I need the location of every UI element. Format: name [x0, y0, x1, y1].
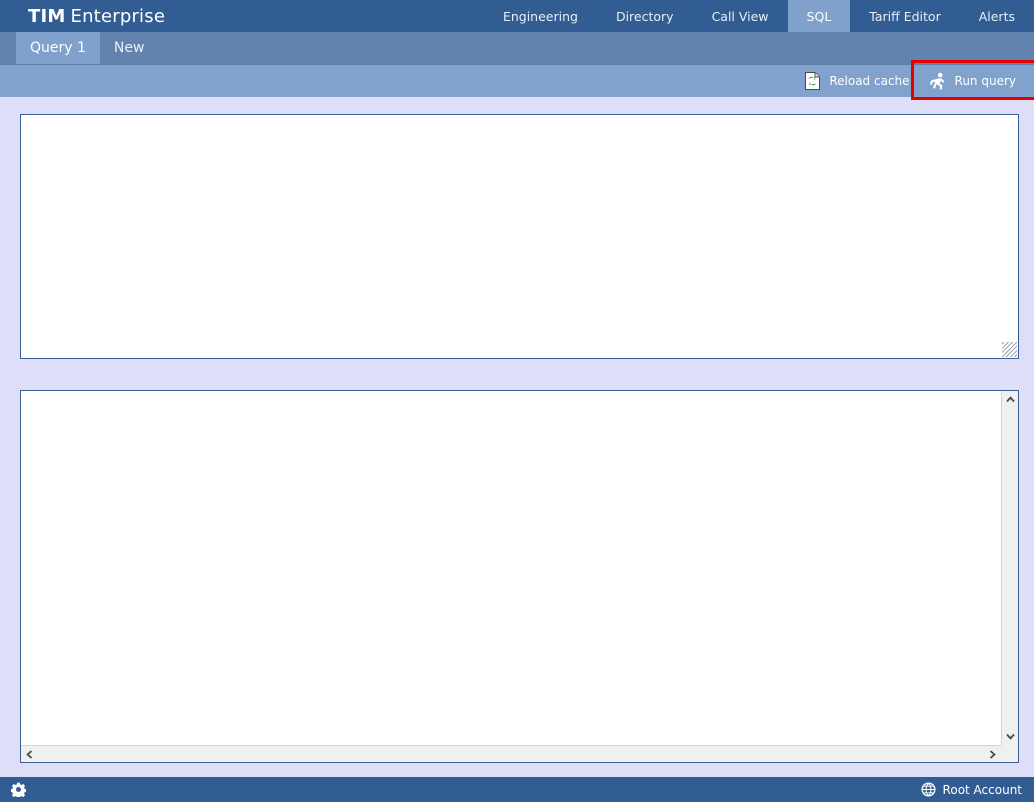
tab-new-query[interactable]: New [100, 32, 159, 64]
reload-cache-button[interactable]: Reload cache [796, 65, 919, 98]
status-bar: Root Account [0, 777, 1034, 802]
tab-label: Query 1 [30, 40, 86, 56]
reload-cache-label: Reload cache [829, 74, 909, 88]
chevron-right-icon[interactable] [984, 746, 1001, 763]
chevron-down-icon[interactable] [1002, 728, 1019, 745]
tab-label: New [114, 40, 145, 56]
main-navigation: Engineering Directory Call View SQL Tari… [484, 0, 1034, 32]
scrollbar-corner [1001, 745, 1018, 762]
sql-query-editor-panel [20, 114, 1019, 359]
nav-item-tariff-editor[interactable]: Tariff Editor [850, 0, 959, 32]
account-indicator[interactable]: Root Account [921, 782, 1034, 797]
sql-toolbar: Reload cache Run query [0, 64, 1034, 97]
nav-item-engineering[interactable]: Engineering [484, 0, 597, 32]
nav-item-call-view[interactable]: Call View [693, 0, 788, 32]
nav-label: Engineering [503, 9, 578, 24]
run-query-label: Run query [955, 74, 1016, 88]
app-header: TIM Enterprise Engineering Directory Cal… [0, 0, 1034, 32]
application-window: TIM Enterprise Engineering Directory Cal… [0, 0, 1034, 802]
app-logo: TIM Enterprise [0, 0, 165, 32]
nav-label: SQL [807, 9, 832, 24]
page-refresh-icon [804, 72, 821, 90]
nav-item-alerts[interactable]: Alerts [960, 0, 1034, 32]
sql-results-panel [20, 390, 1019, 763]
chevron-up-icon[interactable] [1002, 391, 1019, 408]
running-person-icon [928, 72, 947, 90]
tab-query-1[interactable]: Query 1 [16, 32, 100, 64]
query-tab-strip: Query 1 New [0, 32, 1034, 64]
account-label: Root Account [943, 783, 1022, 797]
gear-icon [11, 782, 26, 797]
nav-label: Call View [712, 9, 769, 24]
chevron-left-icon[interactable] [21, 746, 38, 763]
settings-button[interactable] [0, 782, 26, 797]
brand-name-bold: TIM [28, 6, 66, 27]
nav-item-directory[interactable]: Directory [597, 0, 693, 32]
globe-icon [921, 782, 936, 797]
results-vertical-scrollbar[interactable] [1001, 391, 1018, 745]
nav-label: Directory [616, 9, 674, 24]
nav-item-sql[interactable]: SQL [788, 0, 851, 32]
nav-label: Alerts [979, 9, 1015, 24]
sql-query-input[interactable] [21, 115, 1018, 358]
run-query-button[interactable]: Run query [920, 65, 1034, 98]
nav-label: Tariff Editor [869, 9, 940, 24]
brand-name-light: Enterprise [71, 6, 166, 27]
sql-results-content [21, 391, 1001, 745]
results-horizontal-scrollbar[interactable] [21, 745, 1001, 762]
